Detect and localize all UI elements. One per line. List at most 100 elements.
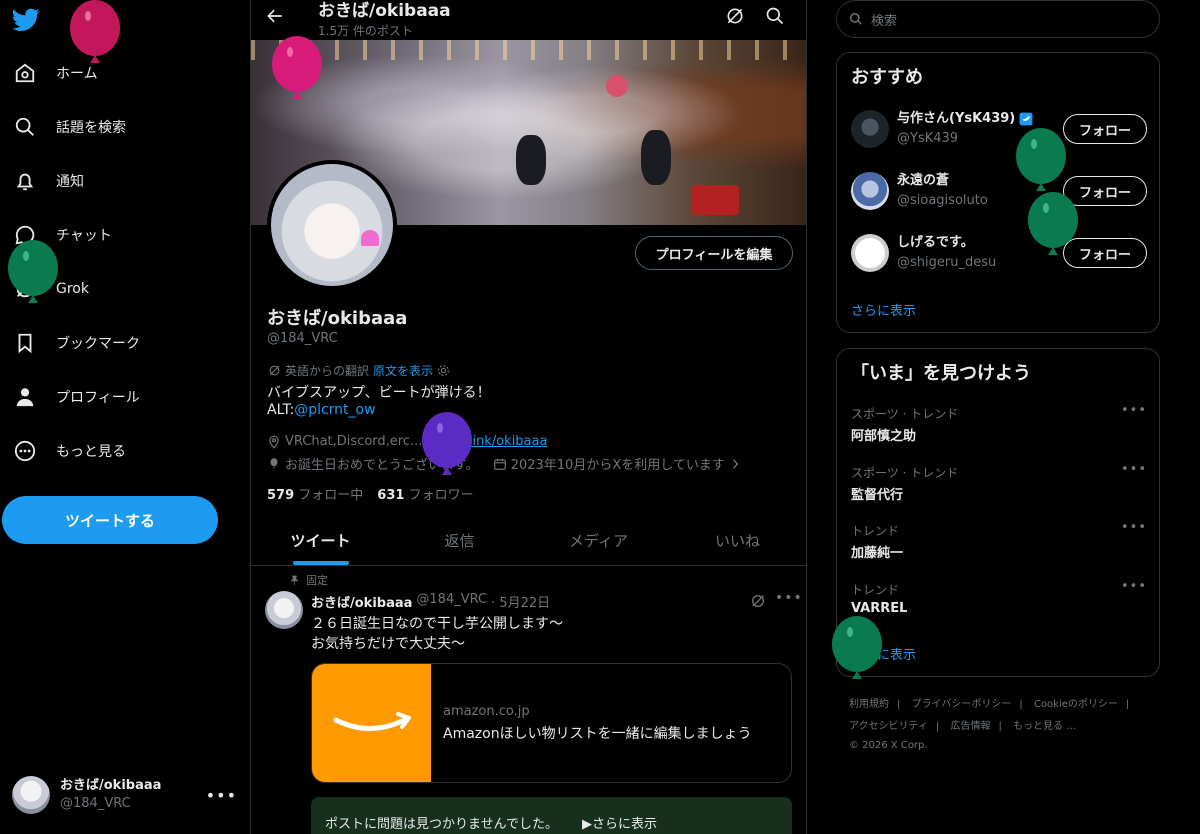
recommend-item[interactable]: しげるです。 @shigeru_desu フォロー: [851, 228, 1147, 278]
more-dots-icon[interactable]: •••: [1121, 579, 1147, 594]
footer-link[interactable]: プライバシーポリシー: [912, 699, 1012, 710]
location-text: VRChat,Discord,erc...: [285, 434, 423, 449]
card-domain: amazon.co.jp: [443, 704, 530, 719]
profile-header-bar: おきば/okibaaa 1.5万 件のポスト: [251, 0, 806, 40]
tweet-date[interactable]: · 5月22日: [491, 592, 550, 611]
tweet-button[interactable]: ツイートする: [2, 496, 218, 544]
bio-text: バイブスアップ、ビートが弾ける！: [267, 385, 491, 401]
balloon-icon: [1028, 192, 1078, 255]
trend-name: 加藤純一: [851, 546, 904, 561]
header-title: おきば/okibaaa: [318, 1, 451, 21]
tab-likes[interactable]: いいね: [668, 516, 806, 565]
trend-item[interactable]: スポーツ · トレンド 監督代行 •••: [851, 462, 1147, 508]
sidebar-item-label: ブックマーク: [56, 336, 140, 352]
twitter-bird-icon[interactable]: [12, 8, 40, 32]
recommend-handle: @YsK439: [897, 131, 959, 146]
profile-name: おきば/okibaaa: [267, 308, 408, 329]
card-title: Amazonほしい物リストを一緒に編集しましょう: [443, 726, 752, 742]
search-icon[interactable]: [765, 6, 785, 26]
trend-name: 阿部慎之助: [851, 429, 917, 444]
search-icon: [849, 12, 863, 26]
more-dots-icon[interactable]: •••: [775, 590, 803, 606]
footer-link[interactable]: アクセシビリティ: [849, 721, 928, 732]
sidebar-item-more[interactable]: もっと見る: [12, 431, 126, 471]
copyright: © 2026 X Corp.: [849, 740, 928, 751]
grok-icon[interactable]: [750, 593, 766, 609]
account-switcher[interactable]: おきば/okibaaa @184_VRC •••: [12, 770, 237, 820]
back-arrow-icon[interactable]: [265, 6, 285, 26]
sidebar-item-label: 話題を検索: [56, 120, 126, 136]
more-dots-icon[interactable]: •••: [1121, 462, 1147, 477]
trend-item[interactable]: トレンド VARREL •••: [851, 579, 1147, 625]
trend-item[interactable]: スポーツ · トレンド 阿部慎之助 •••: [851, 403, 1147, 449]
more-dots-icon[interactable]: •••: [1121, 403, 1147, 418]
trend-item[interactable]: トレンド 加藤純一 •••: [851, 520, 1147, 566]
search-input[interactable]: 検索: [836, 0, 1160, 38]
link-card[interactable]: amazon.co.jp Amazonほしい物リストを一緒に編集しましょう: [311, 663, 792, 783]
right-sidebar: 検索 おすすめ 与作さん(YsK439) @YsK439 フォロー 永遠の蒼 @…: [807, 0, 1200, 834]
avatar[interactable]: [265, 591, 303, 629]
grok-icon[interactable]: [725, 6, 745, 26]
balloon-small-icon: [267, 457, 281, 471]
recommend-name: しげるです。: [897, 235, 974, 250]
post-count: 1.5万 件のポスト: [318, 24, 413, 38]
footer-link[interactable]: Cookieのポリシー: [1034, 699, 1118, 710]
tweet-author-name[interactable]: おきば/okibaaa: [311, 592, 412, 611]
following-link[interactable]: 579 フォロー中: [267, 484, 363, 503]
trend-name: VARREL: [851, 601, 908, 616]
account-name: おきば/okibaaa: [60, 778, 162, 793]
sidebar-item-explore[interactable]: 話題を検索: [12, 107, 126, 147]
sidebar-item-label: ホーム: [56, 66, 98, 82]
edit-profile-button[interactable]: プロフィールを編集: [635, 236, 793, 270]
balloon-icon: [8, 240, 58, 303]
avatar: [12, 776, 50, 814]
translation-row: 英語からの翻訳 原文を表示: [268, 362, 450, 379]
show-original-link[interactable]: 原文を表示: [373, 362, 433, 379]
recommend-name: 永遠の蒼: [897, 173, 950, 188]
chevron-right-icon[interactable]: [729, 458, 741, 470]
balloon-icon: [422, 412, 472, 475]
profile-column: おきば/okibaaa 1.5万 件のポスト プロフィールを編集 おきば/oki…: [250, 0, 807, 834]
alt-account-link[interactable]: @plcrnt_ow: [294, 402, 375, 418]
sidebar-item-label: チャット: [56, 228, 112, 244]
person-icon: [12, 384, 38, 410]
recommend-item[interactable]: 永遠の蒼 @sioagisoluto フォロー: [851, 166, 1147, 216]
trend-category: スポーツ · トレンド: [851, 466, 959, 480]
tab-replies[interactable]: 返信: [390, 516, 529, 565]
account-handle: @184_VRC: [60, 796, 131, 811]
footer-link[interactable]: もっと見る …: [1013, 721, 1076, 732]
trends-box: 「いま」を見つけよう スポーツ · トレンド 阿部慎之助 ••• スポーツ · …: [836, 348, 1160, 677]
footer-link[interactable]: 広告情報: [950, 721, 990, 732]
footer-link[interactable]: 利用規約: [849, 699, 889, 710]
profile-avatar[interactable]: [267, 160, 397, 290]
tab-media[interactable]: メディア: [529, 516, 668, 565]
sidebar-item-bookmarks[interactable]: ブックマーク: [12, 323, 140, 363]
search-icon: [12, 114, 38, 140]
balloon-icon: [272, 36, 322, 99]
tweet-author-handle[interactable]: @184_VRC: [416, 592, 487, 611]
balloon-icon: [1016, 128, 1066, 191]
more-dots-icon[interactable]: •••: [206, 786, 237, 805]
tweet-text-line: ２６日誕生日なので干し芋公開します～: [311, 616, 563, 632]
translate-icon: [268, 364, 281, 377]
sidebar-item-label: Grok: [56, 281, 89, 297]
left-sidebar: ホーム 話題を検索 通知 チャット Grok ブックマーク プロフィール もっと…: [0, 0, 250, 834]
followers-link[interactable]: 631 フォロワー: [377, 484, 473, 503]
trend-category: トレンド: [851, 524, 900, 538]
sidebar-item-notifications[interactable]: 通知: [12, 161, 84, 201]
tab-tweets[interactable]: ツイート: [251, 516, 390, 565]
pin-icon: [289, 575, 300, 586]
profile-meta-row: VRChat,Discord,erc... lit.link/okibaaa: [267, 434, 547, 449]
more-dots-icon[interactable]: •••: [1121, 520, 1147, 535]
notice-show-more[interactable]: ▶さらに表示: [582, 813, 657, 832]
tweet-header: おきば/okibaaa @184_VRC · 5月22日: [311, 592, 550, 611]
follow-button[interactable]: フォロー: [1063, 114, 1147, 144]
recommend-item[interactable]: 与作さん(YsK439) @YsK439 フォロー: [851, 104, 1147, 154]
bio-alt-line: ALT:@plcrnt_ow: [267, 402, 376, 418]
recommend-show-more[interactable]: さらに表示: [851, 300, 916, 319]
translation-label: 英語からの翻訳: [285, 364, 370, 378]
trends-title: 「いま」を見つけよう: [851, 363, 1031, 384]
sidebar-item-profile[interactable]: プロフィール: [12, 377, 140, 417]
gear-icon[interactable]: [437, 364, 450, 377]
bookmark-icon: [12, 330, 38, 356]
